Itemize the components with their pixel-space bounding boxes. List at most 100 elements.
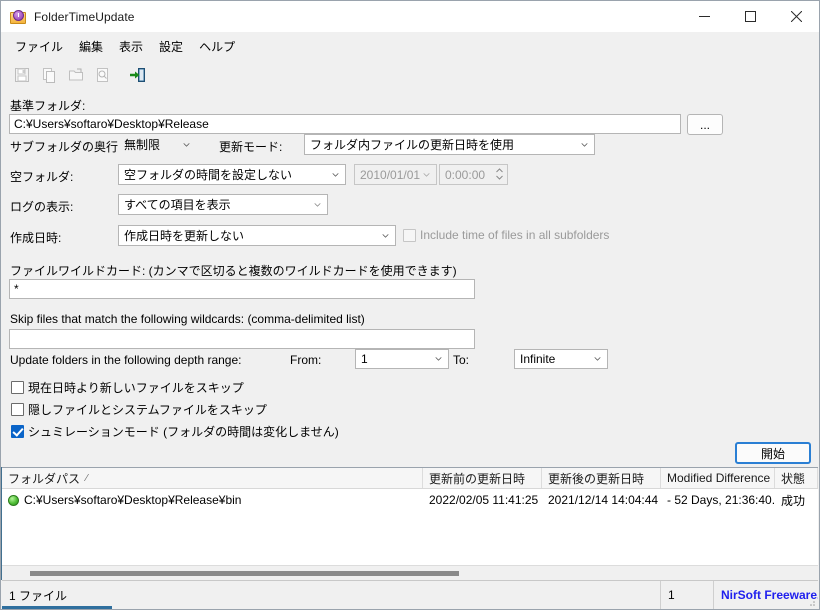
- results-list: フォルダパス ⁄ 更新前の更新日時 更新後の更新日時 Modified Diff…: [2, 467, 818, 579]
- cell-folder-path-text: C:¥Users¥softaro¥Desktop¥Release¥bin: [24, 493, 242, 507]
- checkbox-box: [11, 403, 24, 416]
- base-folder-input[interactable]: C:¥Users¥softaro¥Desktop¥Release: [9, 114, 681, 134]
- creation-time-label: 作成日時:: [10, 231, 62, 245]
- depth-to-label: To:: [453, 353, 470, 367]
- empty-folder-label: 空フォルダ:: [10, 170, 74, 184]
- column-status-label: 状態: [781, 471, 806, 486]
- simulation-mode-checkbox[interactable]: シュミレーションモード (フォルダの時間は変化しません): [11, 423, 339, 440]
- checkbox-box: [11, 381, 24, 394]
- find-icon[interactable]: [92, 64, 114, 86]
- update-mode-select[interactable]: フォルダ内ファイルの更新日時を使用: [304, 134, 595, 155]
- column-modified-difference-label: Modified Difference: [667, 471, 771, 485]
- depth-to-value: Infinite: [520, 352, 556, 366]
- status-ok-icon: [8, 494, 19, 506]
- depth-from-label: From:: [290, 353, 322, 367]
- spinner-arrows-icon[interactable]: [496, 167, 503, 180]
- save-icon[interactable]: [11, 64, 33, 86]
- subfolder-depth-value: 無制限: [124, 138, 161, 152]
- menu-view[interactable]: 表示: [111, 35, 151, 58]
- cell-folder-path: C:¥Users¥softaro¥Desktop¥Release¥bin: [2, 493, 423, 507]
- application-window: FolderTimeUpdate ファイル 編集 表示 設定 ヘルプ 基準フォル…: [0, 0, 820, 610]
- skip-hidden-files-checkbox[interactable]: 隠しファイルとシステムファイルをスキップ: [11, 401, 267, 418]
- status-selected-count: 1: [668, 588, 675, 602]
- column-modified-after-label: 更新後の更新日時: [548, 471, 645, 486]
- checkbox-box: [403, 228, 416, 242]
- update-mode-value: フォルダ内ファイルの更新日時を使用: [310, 138, 515, 152]
- horizontal-scrollbar[interactable]: [2, 565, 818, 580]
- skip-wildcard-label: Skip files that match the following wild…: [10, 312, 365, 326]
- resize-grip-icon[interactable]: [806, 597, 816, 607]
- column-modified-after[interactable]: 更新後の更新日時: [542, 468, 661, 488]
- skip-newer-files-checkbox[interactable]: 現在日時より新しいファイルをスキップ: [11, 379, 244, 396]
- column-modified-before-label: 更新前の更新日時: [429, 471, 526, 486]
- column-modified-difference[interactable]: Modified Difference: [661, 468, 775, 488]
- column-folder-path-label: フォルダパス: [8, 471, 81, 486]
- menu-bar: ファイル 編集 表示 設定 ヘルプ: [1, 32, 819, 60]
- chevron-down-icon: [435, 357, 442, 361]
- properties-icon[interactable]: [65, 64, 87, 86]
- minimize-icon[interactable]: [681, 1, 727, 32]
- cell-modified-after: 2021/12/14 14:04:44: [548, 493, 659, 507]
- chevron-down-icon: [423, 172, 430, 177]
- wildcard-label: ファイルワイルドカード: (カンマで区切ると複数のワイルドカードを使用できます): [10, 264, 457, 278]
- sort-indicator-icon: ⁄: [86, 472, 88, 484]
- column-status[interactable]: 状態: [775, 468, 818, 488]
- empty-folder-select[interactable]: 空フォルダの時間を設定しない: [118, 164, 346, 185]
- cell-modified-before: 2022/02/05 11:41:25: [429, 493, 539, 507]
- column-modified-before[interactable]: 更新前の更新日時: [423, 468, 542, 488]
- close-icon[interactable]: [773, 1, 819, 32]
- start-button[interactable]: 開始: [735, 442, 811, 464]
- title-bar: FolderTimeUpdate: [1, 1, 819, 32]
- chevron-down-icon: [183, 142, 190, 147]
- base-folder-label: 基準フォルダ:: [10, 99, 86, 113]
- chevron-down-icon: [382, 233, 389, 238]
- menu-help[interactable]: ヘルプ: [191, 35, 243, 58]
- empty-folder-date-picker[interactable]: 2010/01/01: [354, 164, 437, 185]
- chevron-down-icon: [594, 357, 601, 361]
- depth-from-select[interactable]: 1: [355, 349, 449, 369]
- copy-icon[interactable]: [38, 64, 60, 86]
- menu-edit[interactable]: 編集: [71, 35, 111, 58]
- checkbox-box: [11, 425, 24, 438]
- list-header: フォルダパス ⁄ 更新前の更新日時 更新後の更新日時 Modified Diff…: [2, 468, 818, 489]
- depth-range-label: Update folders in the following depth ra…: [10, 353, 242, 367]
- settings-form: 基準フォルダ: C:¥Users¥softaro¥Desktop¥Release…: [1, 90, 819, 465]
- log-display-select[interactable]: すべての項目を表示: [118, 194, 328, 215]
- browse-button[interactable]: ...: [687, 114, 723, 135]
- cell-status: 成功: [781, 493, 806, 508]
- scrollbar-thumb[interactable]: [30, 571, 459, 576]
- table-row[interactable]: C:¥Users¥softaro¥Desktop¥Release¥bin 202…: [2, 489, 818, 511]
- subfolder-depth-label: サブフォルダの奥行き:: [10, 140, 134, 154]
- status-nirsoft-link[interactable]: NirSoft Freeware. h: [714, 581, 818, 610]
- maximize-icon[interactable]: [727, 1, 773, 32]
- skip-hidden-files-label: 隠しファイルとシステムファイルをスキップ: [28, 403, 267, 417]
- update-mode-label: 更新モード:: [219, 140, 283, 154]
- accent-strip: [2, 606, 112, 609]
- window-controls: [681, 1, 819, 32]
- include-subfolders-label: Include time of files in all subfolders: [420, 228, 610, 242]
- empty-folder-value: 空フォルダの時間を設定しない: [124, 168, 293, 182]
- creation-time-select[interactable]: 作成日時を更新しない: [118, 225, 396, 246]
- wildcard-input[interactable]: *: [9, 279, 475, 299]
- chevron-down-icon: [314, 202, 321, 207]
- empty-folder-time-spinner[interactable]: 0:00:00: [439, 164, 508, 185]
- toolbar: [1, 60, 819, 90]
- skip-newer-files-label: 現在日時より新しいファイルをスキップ: [28, 381, 244, 395]
- exit-icon[interactable]: [126, 64, 148, 86]
- menu-settings[interactable]: 設定: [151, 35, 191, 58]
- simulation-mode-label: シュミレーションモード (フォルダの時間は変化しません): [28, 425, 339, 439]
- depth-to-select[interactable]: Infinite: [514, 349, 608, 369]
- log-display-label: ログの表示:: [10, 200, 74, 214]
- window-title: FolderTimeUpdate: [34, 9, 135, 24]
- chevron-down-icon: [581, 142, 588, 147]
- cell-modified-difference: - 52 Days, 21:36:40....: [667, 493, 775, 507]
- creation-time-value: 作成日時を更新しない: [124, 229, 245, 243]
- column-folder-path[interactable]: フォルダパス ⁄: [2, 468, 423, 488]
- folder-clock-icon: [10, 9, 26, 25]
- include-subfolders-checkbox[interactable]: Include time of files in all subfolders: [403, 228, 609, 242]
- menu-file[interactable]: ファイル: [7, 35, 71, 58]
- chevron-down-icon: [332, 172, 339, 177]
- skip-wildcard-input[interactable]: [9, 329, 475, 349]
- subfolder-depth-select[interactable]: 無制限: [118, 134, 197, 155]
- depth-from-value: 1: [361, 352, 368, 366]
